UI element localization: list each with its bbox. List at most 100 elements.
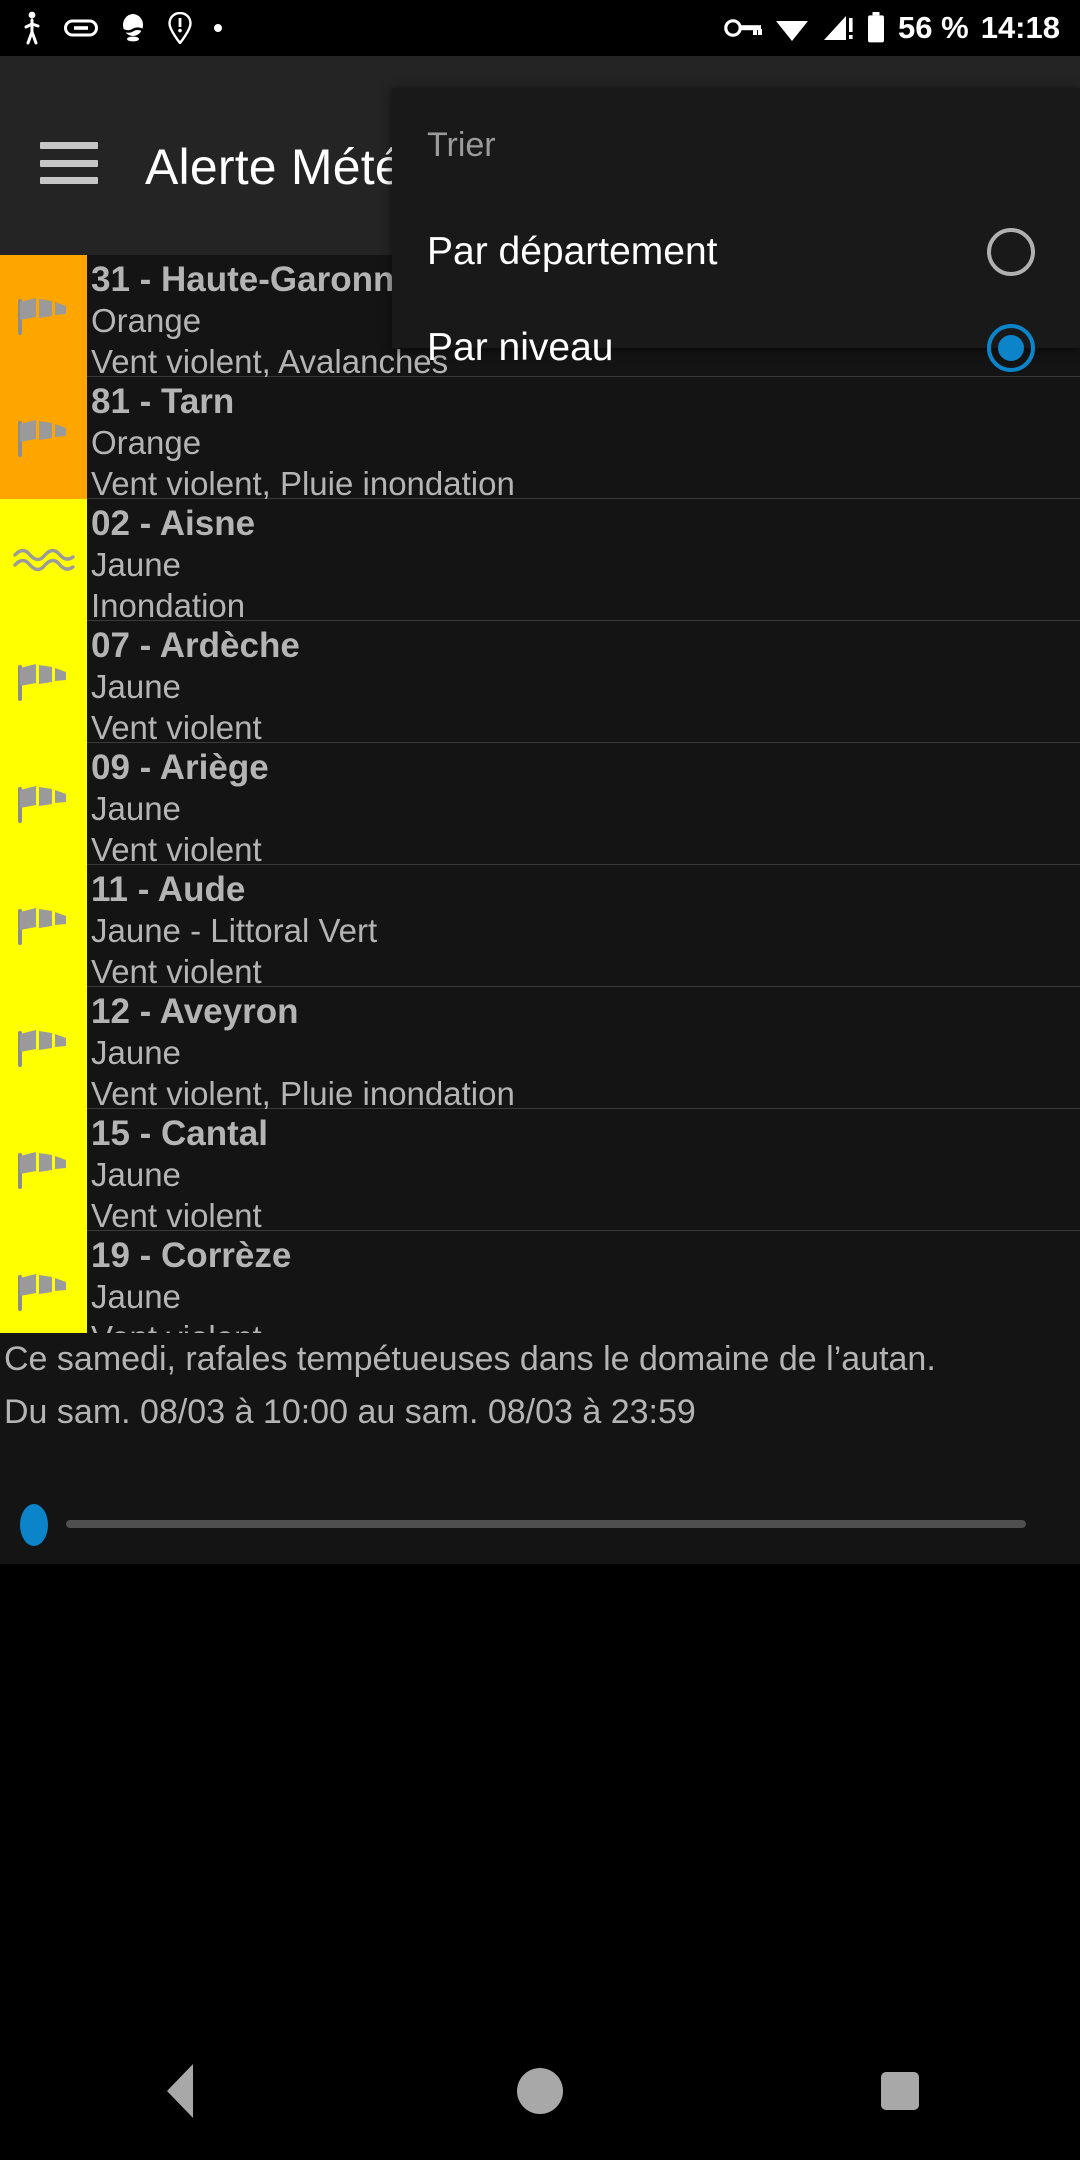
flood-waves-icon — [12, 543, 75, 578]
table-row[interactable]: 02 - Aisne Jaune Inondation — [0, 499, 1080, 624]
back-triangle-icon — [167, 2064, 193, 2118]
recents-button[interactable] — [810, 2022, 990, 2160]
windsock-icon — [14, 659, 74, 706]
row-level: Jaune — [91, 668, 181, 705]
sort-popup-menu: Trier Par département Par niveau — [392, 88, 1080, 372]
menu-item-par-departement[interactable]: Par département — [392, 204, 1080, 300]
battery-percent: 56 % — [898, 10, 969, 45]
row-level: Jaune — [91, 1034, 181, 1071]
alert-list[interactable]: 31 - Haute-Garonne ☆ Orange Vent violent… — [0, 255, 1080, 1333]
windsock-icon — [14, 781, 74, 828]
menu-item-par-niveau[interactable]: Par niveau — [392, 300, 1080, 396]
row-title: 15 - Cantal — [91, 1114, 268, 1153]
row-color-swatch — [0, 499, 87, 621]
row-body: 19 - Corrèze Jaune Vent violent — [87, 1231, 1080, 1333]
row-title: 31 - Haute-Garonne — [91, 260, 414, 299]
link-icon — [64, 18, 98, 38]
windsock-icon — [14, 903, 74, 950]
row-level: Jaune — [91, 790, 181, 827]
system-navigation-bar — [0, 2022, 1080, 2160]
row-body: 09 - Ariège Jaune Vent violent — [87, 743, 1080, 868]
time-slider[interactable] — [0, 1482, 1080, 1564]
row-body: 07 - Ardèche Jaune Vent violent — [87, 621, 1080, 746]
cloud-icon — [118, 13, 148, 43]
table-row[interactable]: 11 - Aude Jaune - Littoral Vert Vent vio… — [0, 865, 1080, 990]
row-title: 12 - Aveyron — [91, 992, 299, 1031]
table-row[interactable]: 09 - Ariège Jaune Vent violent — [0, 743, 1080, 868]
row-title: 11 - Aude — [91, 870, 246, 909]
menu-item-label: Par département — [427, 230, 718, 273]
recents-square-icon — [881, 2072, 919, 2110]
windsock-icon — [14, 1147, 74, 1194]
row-color-swatch — [0, 1231, 87, 1333]
row-title-wrap: 15 - Cantal — [91, 1113, 1080, 1154]
row-body: 15 - Cantal Jaune Vent violent — [87, 1109, 1080, 1234]
row-title: 02 - Aisne — [91, 504, 256, 543]
row-level: Jaune — [91, 1156, 181, 1193]
table-row[interactable]: 07 - Ardèche Jaune Vent violent — [0, 621, 1080, 746]
row-title-wrap: 02 - Aisne — [91, 503, 1080, 544]
windsock-icon — [14, 1269, 74, 1316]
row-title: 07 - Ardèche — [91, 626, 300, 665]
row-body: 11 - Aude Jaune - Littoral Vert Vent vio… — [87, 865, 1080, 990]
table-row[interactable]: 12 - Aveyron Jaune Vent violent, Pluie i… — [0, 987, 1080, 1112]
windsock-icon — [14, 1025, 74, 1072]
clock: 14:18 — [980, 10, 1060, 45]
row-body: 02 - Aisne Jaune Inondation — [87, 499, 1080, 624]
row-risks: Inondation — [91, 587, 246, 624]
menu-item-label: Par niveau — [427, 326, 614, 369]
row-title-wrap: 11 - Aude — [91, 869, 1080, 910]
vpn-key-icon — [724, 17, 763, 39]
radio-par-niveau[interactable] — [987, 324, 1035, 372]
row-risks: Vent violent — [91, 1317, 1080, 1333]
row-color-swatch — [0, 377, 87, 499]
row-risks: Vent violent — [91, 953, 262, 990]
row-color-swatch — [0, 621, 87, 743]
row-title-wrap: 09 - Ariège — [91, 747, 1080, 788]
back-button[interactable] — [90, 2022, 270, 2160]
table-row[interactable]: 15 - Cantal Jaune Vent violent — [0, 1109, 1080, 1234]
home-circle-icon — [517, 2068, 563, 2114]
row-title: 81 - Tarn — [91, 382, 235, 421]
alert-description: Ce samedi, rafales tempétueuses dans le … — [4, 1340, 936, 1378]
row-title: 09 - Ariège — [91, 748, 269, 787]
home-button[interactable] — [450, 2022, 630, 2160]
menu-section-title: Trier — [427, 126, 496, 164]
row-color-swatch — [0, 255, 87, 377]
row-body: 12 - Aveyron Jaune Vent violent, Pluie i… — [87, 987, 1080, 1112]
row-risks: Vent violent — [91, 831, 262, 868]
row-color-swatch — [0, 743, 87, 865]
radio-par-departement[interactable] — [987, 228, 1035, 276]
windsock-icon — [14, 293, 74, 340]
cell-signal-icon — [822, 14, 854, 42]
walking-person-icon — [20, 11, 44, 45]
row-level: Jaune — [91, 1278, 181, 1315]
battery-icon — [866, 12, 886, 44]
slider-thumb[interactable] — [20, 1504, 48, 1546]
location-pin-icon — [168, 11, 192, 45]
alert-detail-panel: Ce samedi, rafales tempétueuses dans le … — [0, 1333, 1080, 1493]
row-level: Orange — [91, 424, 202, 461]
row-color-swatch — [0, 865, 87, 987]
row-title-wrap: 07 - Ardèche — [91, 625, 1080, 666]
wifi-icon — [774, 14, 810, 42]
status-bar-right-icons: 56 % 14:18 — [724, 10, 1060, 46]
windsock-icon — [14, 415, 74, 462]
row-level: Jaune - Littoral Vert — [91, 912, 378, 949]
row-title-wrap: 12 - Aveyron — [91, 991, 1080, 1032]
dot-icon — [212, 22, 224, 34]
row-level: Jaune — [91, 546, 181, 583]
row-color-swatch — [0, 987, 87, 1109]
row-risks: Vent violent, Pluie inondation — [91, 1075, 515, 1112]
row-title: 19 - Corrèze — [91, 1236, 292, 1275]
row-title-wrap: 19 - Corrèze — [91, 1235, 1080, 1276]
status-bar-left-icons — [20, 11, 224, 45]
row-risks: Vent violent, Pluie inondation — [91, 465, 515, 502]
alert-period: Du sam. 08/03 à 10:00 au sam. 08/03 à 23… — [4, 1393, 696, 1431]
row-risks: Vent violent — [91, 709, 262, 746]
row-color-swatch — [0, 1109, 87, 1231]
hamburger-icon[interactable] — [40, 142, 98, 184]
table-row[interactable]: 19 - Corrèze Jaune Vent violent — [0, 1231, 1080, 1333]
status-bar: 56 % 14:18 — [0, 0, 1080, 56]
slider-track[interactable] — [66, 1520, 1026, 1528]
